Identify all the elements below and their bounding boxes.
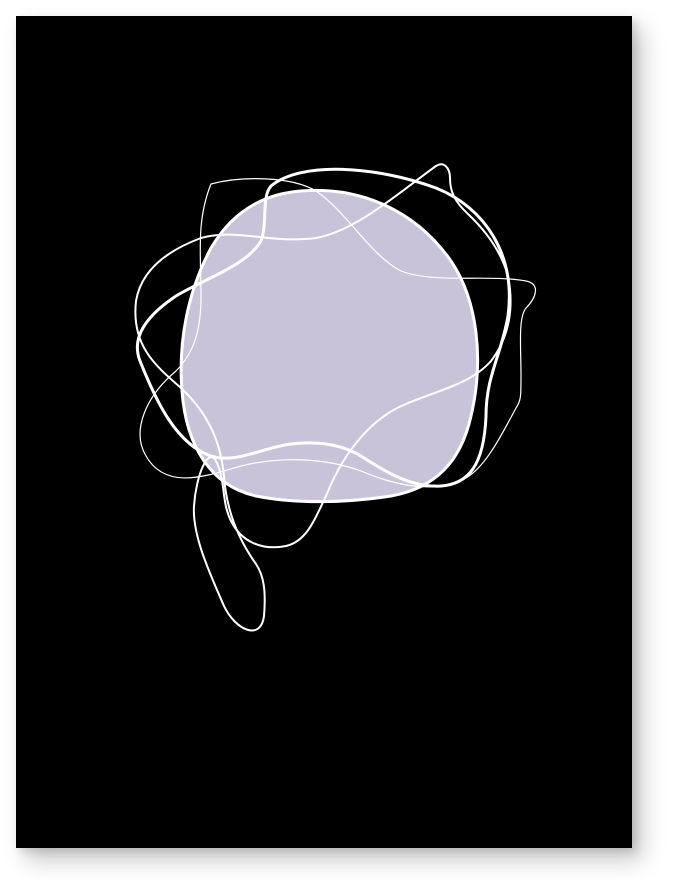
art-print [16,16,632,848]
lavender-blob [179,188,480,504]
page-background [0,0,680,896]
abstract-line-art [134,163,536,632]
